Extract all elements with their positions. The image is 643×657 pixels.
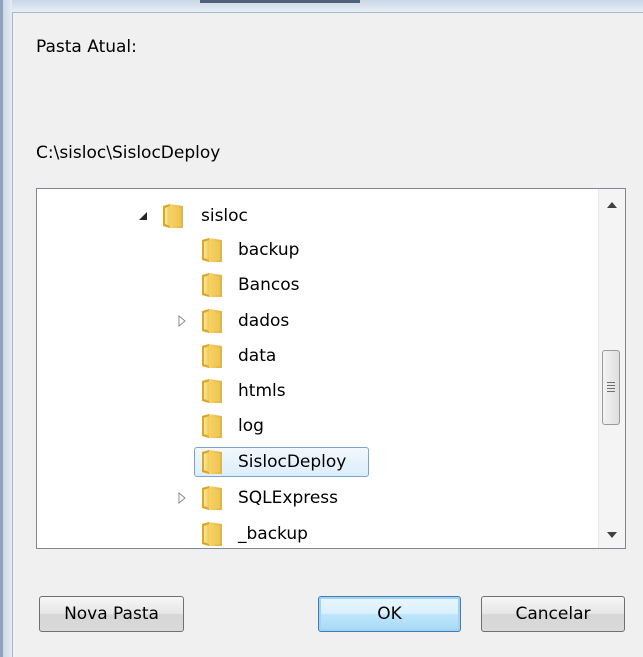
new-folder-button[interactable]: Nova Pasta [39,596,184,632]
folder-icon [200,272,224,298]
window-frame-left-edge [0,0,3,657]
collapsed-arrow-icon[interactable] [176,315,188,327]
scroll-up-button[interactable] [599,193,625,217]
folder-icon [200,449,224,475]
tree-item-label: htmls [238,381,286,401]
folder-icon [161,203,185,229]
current-folder-label: Pasta Atual: [36,37,137,57]
collapsed-arrow-icon[interactable] [176,492,188,504]
vertical-scrollbar[interactable] [598,189,625,548]
scroll-down-button[interactable] [599,523,625,547]
scroll-thumb-grip [607,388,615,389]
window-frame-inner-top [12,12,643,13]
window-frame-top-edge [200,0,360,3]
folder-icon [200,378,224,404]
current-path-text: C:\sisloc\SislocDeploy [36,143,221,163]
expanded-arrow-icon[interactable] [137,210,149,222]
tree-item-label: dados [238,311,290,331]
scroll-down-arrow-icon [607,532,617,538]
folder-icon [200,237,224,263]
cancel-button[interactable]: Cancelar [481,596,625,632]
scroll-thumb-grip [607,382,615,383]
folder-icon [200,308,224,334]
folder-icon [200,413,224,439]
scroll-thumb-grip [607,391,615,392]
scroll-thumb[interactable] [602,350,620,425]
tree-item-label: SQLExpress [238,488,339,508]
folder-tree[interactable]: sisloc backup Bancos dados data htmls lo… [36,188,626,549]
tree-item-label: _backup [238,524,308,544]
tree-item-label: Bancos [238,275,300,295]
scroll-up-arrow-icon [607,202,617,208]
tree-item-label: backup [238,240,300,260]
tree-item-label: SislocDeploy [238,452,347,472]
tree-item-label: data [238,346,277,366]
folder-icon [200,343,224,369]
scroll-thumb-grip [607,385,615,386]
ok-button[interactable]: OK [318,596,461,632]
window-frame-inner-left [12,12,13,657]
tree-item-label: sisloc [201,206,248,226]
folder-icon [200,485,224,511]
tree-item-label: log [238,416,264,436]
folder-icon [200,521,224,547]
